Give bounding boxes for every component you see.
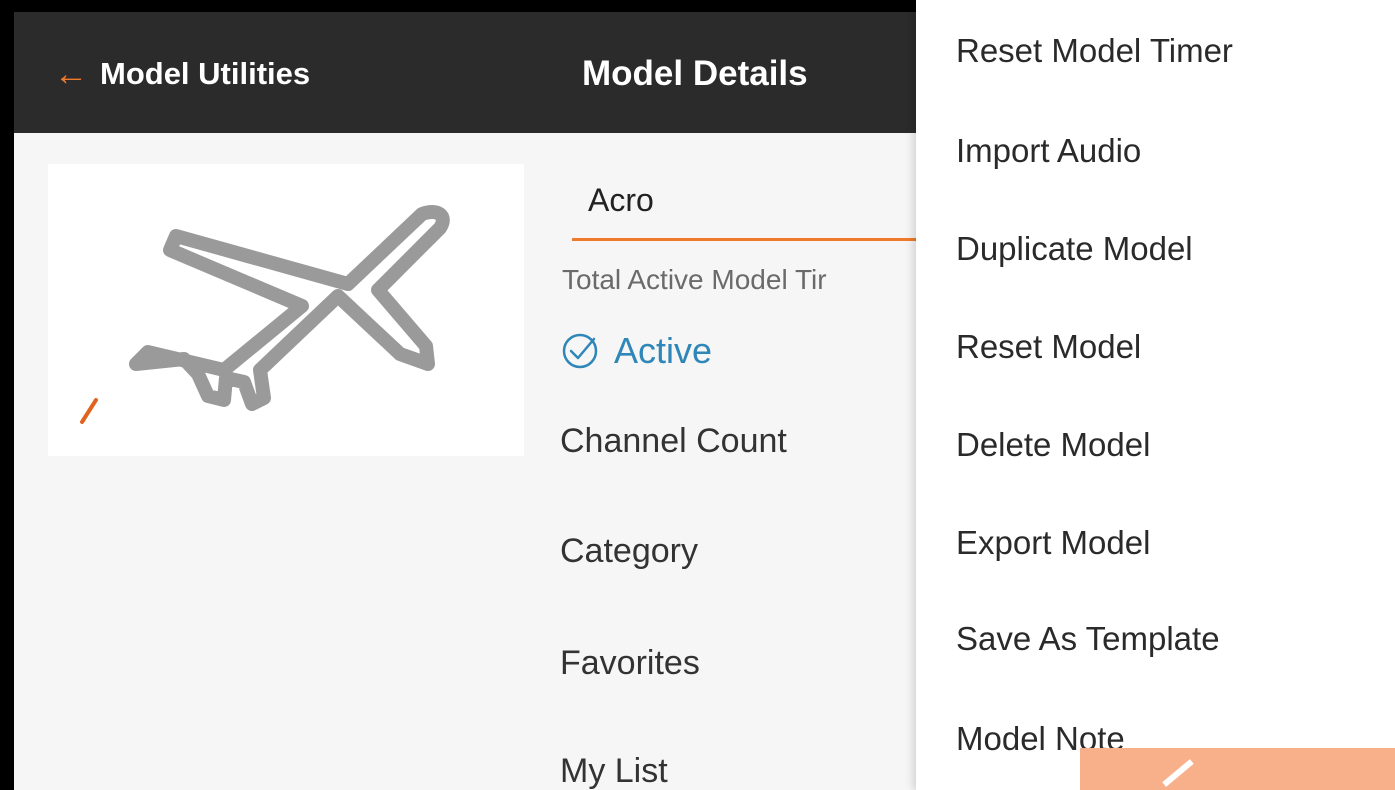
menu-item-reset-model-timer[interactable]: Reset Model Timer [956,32,1233,70]
active-checkbox[interactable]: Active [560,330,712,372]
check-circle-icon [562,333,598,369]
menu-item-duplicate-model[interactable]: Duplicate Model [956,230,1193,268]
page-title: Model Details [582,54,808,93]
back-button[interactable]: ← Model Utilities [54,56,310,92]
menu-item-delete-model[interactable]: Delete Model [956,426,1150,464]
back-label: Model Utilities [100,56,311,91]
active-label: Active [614,330,713,371]
menu-item-export-model[interactable]: Export Model [956,524,1150,562]
menu-item-save-as-template[interactable]: Save As Template [956,620,1220,658]
menu-item-import-audio[interactable]: Import Audio [956,132,1141,170]
model-name-value: Acro [588,182,654,218]
channel-count-field[interactable]: Channel Count [560,422,787,461]
favorites-field[interactable]: Favorites [560,644,700,683]
airplane-icon [80,204,450,424]
my-list-field[interactable]: My List [560,752,668,790]
timer-label: Total Active Model Tir [562,264,827,295]
model-image[interactable] [48,164,524,456]
highlight-badge [1080,748,1395,790]
category-field[interactable]: Category [560,532,698,571]
context-menu: Reset Model Timer Import Audio Duplicate… [916,0,1395,790]
menu-item-reset-model[interactable]: Reset Model [956,328,1141,366]
arrow-left-icon: ← [54,55,88,93]
model-name-input[interactable]: Acro [572,164,942,241]
